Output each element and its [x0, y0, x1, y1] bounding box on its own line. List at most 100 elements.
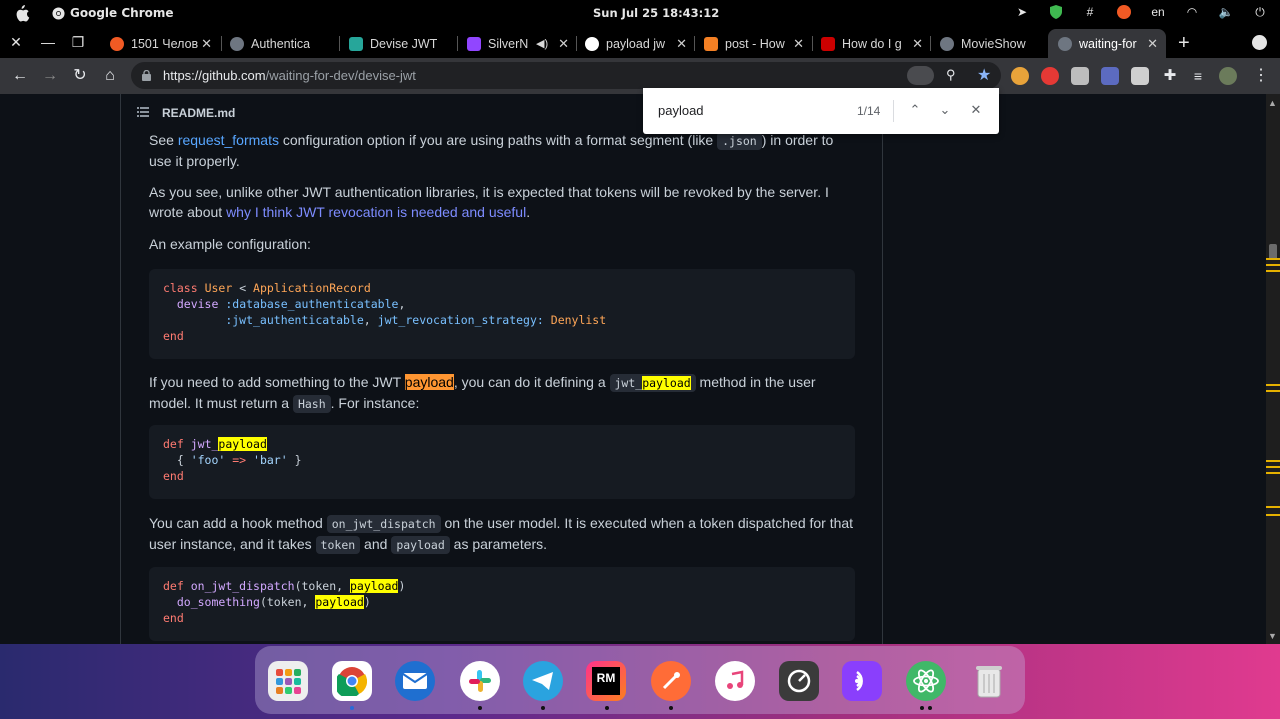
thunderbird-icon[interactable] — [395, 661, 435, 701]
tab-post-how[interactable]: post - How ✕ — [704, 29, 808, 58]
power-icon[interactable]: ⏻ — [1252, 4, 1268, 20]
close-tab-icon[interactable]: ✕ — [793, 36, 804, 52]
postman-icon[interactable] — [651, 661, 691, 701]
itunes-icon[interactable] — [715, 661, 755, 701]
find-in-page-icon[interactable] — [907, 66, 934, 85]
home-button[interactable]: ⌂ — [100, 66, 120, 86]
extension-icon[interactable] — [1041, 67, 1059, 85]
extension-icon[interactable] — [1071, 67, 1089, 85]
github-icon — [1058, 36, 1072, 51]
find-close-icon[interactable]: ✕ — [967, 101, 985, 119]
language-indicator[interactable]: en — [1150, 4, 1166, 20]
tab-title: post - How — [725, 36, 785, 51]
slack-icon[interactable] — [460, 661, 500, 701]
github-icon — [940, 36, 954, 51]
minimize-window-icon[interactable]: — — [40, 34, 56, 50]
podcast-icon[interactable] — [842, 661, 882, 701]
wifi-icon[interactable]: ◠ — [1184, 4, 1200, 20]
tab-title: waiting-for — [1079, 36, 1137, 51]
timer-icon[interactable] — [779, 661, 819, 701]
address-bar[interactable]: https://github.com/waiting-for-dev/devis… — [131, 62, 1001, 89]
bookmark-star-icon[interactable]: ★ — [977, 65, 991, 85]
vertical-scrollbar[interactable]: ▲ ▼ — [1266, 94, 1280, 644]
chrome-icon[interactable] — [332, 661, 372, 701]
volume-icon[interactable]: 🔈 — [1218, 4, 1234, 20]
browser-toolbar: ← → ↻ ⌂ https://github.com/waiting-for-d… — [0, 58, 1280, 94]
chrome-menu-icon[interactable]: ⋮ — [1252, 67, 1270, 85]
profile-avatar[interactable] — [1219, 67, 1237, 85]
close-window-icon[interactable]: ✕ — [8, 34, 24, 50]
desktop-background: RM — [0, 644, 1280, 719]
inline-code: .json — [717, 132, 762, 150]
tab-how-do-i[interactable]: How do I g ✕ — [821, 29, 927, 58]
close-tab-icon[interactable]: ✕ — [1147, 36, 1158, 52]
page-content: README.md See request_formats configurat… — [0, 94, 1280, 644]
close-tab-icon[interactable]: ✕ — [676, 36, 687, 52]
launcher-icon[interactable] — [268, 661, 308, 701]
zoom-icon[interactable]: ⚲ — [946, 67, 956, 83]
extensions-puzzle-icon[interactable]: ✚ — [1161, 67, 1179, 85]
paragraph-example-config: An example configuration: — [149, 236, 311, 252]
clock[interactable]: Sun Jul 25 18:43:12 — [593, 6, 719, 20]
extension-icon[interactable] — [1101, 67, 1119, 85]
inline-code: on_jwt_dispatch — [326, 515, 441, 533]
tab-search-icon[interactable] — [1252, 35, 1267, 50]
scroll-up-arrow-icon[interactable]: ▲ — [1268, 98, 1277, 108]
vpn-tray-icon[interactable] — [1116, 4, 1132, 20]
tab-movieshow[interactable]: MovieShow — [940, 29, 1046, 58]
tab-favicon — [110, 36, 124, 51]
github-icon — [230, 36, 244, 51]
rubymine-icon[interactable]: RM — [586, 661, 626, 701]
forward-button[interactable]: → — [40, 66, 60, 86]
code-block-config: class User < ApplicationRecord devise :d… — [149, 269, 855, 359]
back-button[interactable]: ← — [10, 66, 30, 86]
code-block-jwt-payload: def jwt_payload { 'foo' => 'bar' } end — [149, 425, 855, 499]
extension-icon[interactable] — [1131, 67, 1149, 85]
app-menu[interactable]: Google Chrome — [52, 6, 174, 20]
telegram-icon[interactable] — [523, 661, 563, 701]
revocation-article-link[interactable]: why I think JWT revocation is needed and… — [226, 204, 526, 220]
inline-code: jwt_payload — [609, 374, 696, 392]
close-tab-icon[interactable]: ✕ — [558, 36, 569, 52]
list-icon[interactable] — [137, 107, 149, 117]
tab-title: 1501 Челов — [131, 36, 199, 51]
tab-title: MovieShow — [961, 36, 1026, 51]
reading-list-icon[interactable]: ≡ — [1189, 67, 1207, 85]
tab-authentication[interactable]: Authentica — [230, 29, 336, 58]
code-block-on-jwt-dispatch: def on_jwt_dispatch(token, payload) do_s… — [149, 567, 855, 641]
tab-1501[interactable]: 1501 Челов ✕ — [110, 29, 216, 58]
system-top-bar: Google Chrome Sun Jul 25 18:43:12 ➤ # en… — [0, 0, 1280, 27]
telegram-tray-icon[interactable]: ➤ — [1014, 4, 1030, 20]
restore-window-icon[interactable]: ❐ — [70, 34, 86, 50]
new-tab-button[interactable]: + — [1178, 32, 1190, 55]
reload-button[interactable]: ↻ — [70, 66, 90, 86]
find-previous-icon[interactable]: ⌃ — [906, 101, 924, 119]
google-icon — [585, 36, 599, 51]
paragraph-jwt-payload: If you need to add something to the JWT … — [149, 374, 816, 413]
apple-icon[interactable] — [14, 5, 30, 22]
extension-icon[interactable] — [1011, 67, 1029, 85]
tab-title: How do I g — [842, 36, 902, 51]
shield-tray-icon[interactable] — [1048, 4, 1064, 20]
close-tab-icon[interactable]: ✕ — [201, 36, 212, 52]
tab-strip: ✕ — ❐ 1501 Челов ✕ Authentica Devise JWT… — [0, 27, 1280, 58]
tab-payload-search[interactable]: payload jw ✕ — [585, 29, 691, 58]
stackoverflow-icon — [704, 36, 718, 51]
find-match-count: 1/14 — [857, 104, 881, 118]
request-formats-link[interactable]: request_formats — [178, 132, 279, 148]
find-match: payload — [642, 376, 691, 390]
tab-title: payload jw — [606, 36, 666, 51]
close-tab-icon[interactable]: ✕ — [912, 36, 923, 52]
atom-icon[interactable] — [906, 661, 946, 701]
readme-filename: README.md — [162, 106, 236, 120]
find-input[interactable]: payload — [658, 103, 704, 118]
paragraph-request-formats: See request_formats configuration option… — [149, 132, 834, 169]
slack-tray-icon[interactable]: # — [1082, 4, 1098, 20]
find-next-icon[interactable]: ⌄ — [936, 101, 954, 119]
audio-playing-icon[interactable]: ◀︎) — [536, 37, 548, 50]
scroll-down-arrow-icon[interactable]: ▼ — [1268, 631, 1277, 641]
tab-silvername[interactable]: SilverN ◀︎) ✕ — [467, 29, 573, 58]
tab-waiting-for-dev[interactable]: waiting-for ✕ — [1048, 29, 1166, 58]
trash-icon[interactable] — [969, 661, 1009, 701]
tab-devise-jwt[interactable]: Devise JWT — [349, 29, 455, 58]
